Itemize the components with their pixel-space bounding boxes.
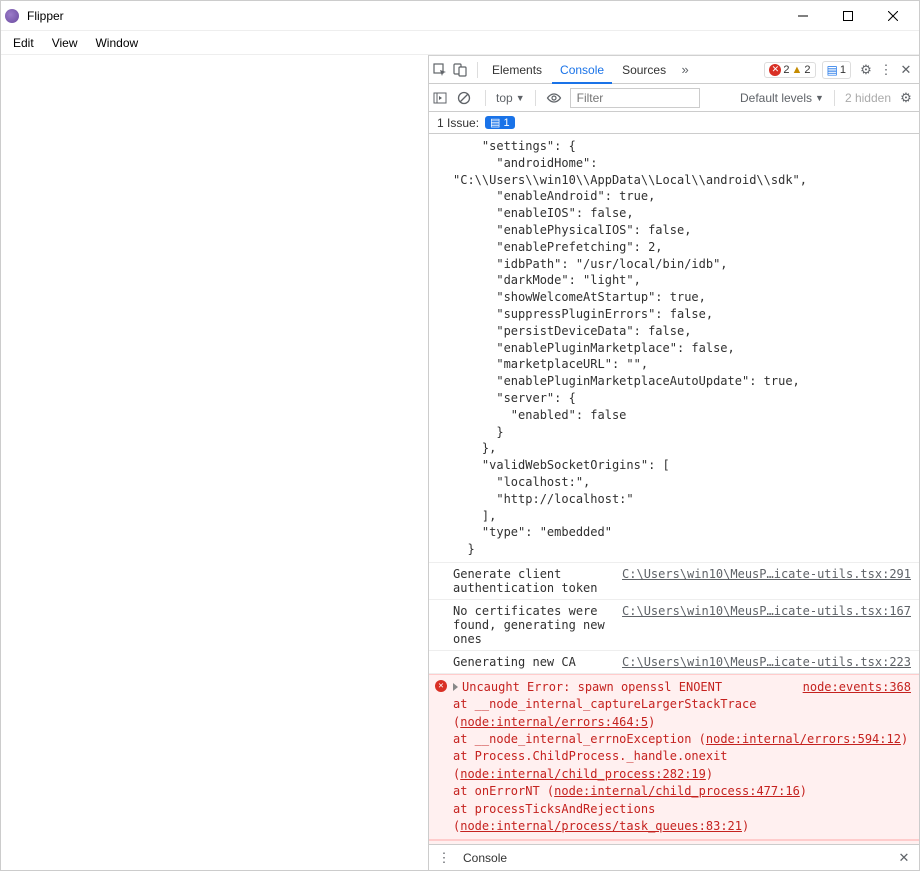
log-row: No certificates were found, generating n… [429,600,919,651]
log-source-link[interactable]: C:\Users\win10\MeusP…icate-utils.tsx:223 [622,655,911,669]
context-selector[interactable]: top ▼ [496,91,525,105]
log-row: Generate client authentication token C:\… [429,563,919,600]
settings-gear-icon[interactable]: ⚙ [857,62,875,78]
more-tabs-icon[interactable]: » [676,62,694,77]
error-row: ✕ node:events:368 Uncaught Error: spawn … [429,674,919,841]
chevron-down-icon: ▼ [516,93,525,103]
close-button[interactable] [870,1,915,31]
error-count: 2 [783,64,789,76]
console-settings-icon[interactable]: ⚙ [897,90,915,106]
issue-icon: ▤ [490,116,500,129]
minimize-button[interactable] [780,1,825,31]
log-row: Generating new CA C:\Users\win10\MeusP…i… [429,651,919,674]
error-warning-badge[interactable]: ✕ 2 ▲ 2 [764,62,815,78]
log-levels-selector[interactable]: Default levels ▼ [740,91,824,105]
messages-badge[interactable]: ▤ 1 [822,61,851,79]
warning-icon: ▲ [792,64,803,76]
menu-edit[interactable]: Edit [5,34,42,52]
devtools-drawer: ⋮ Console ✕ [429,844,919,870]
devtools-close-icon[interactable]: ✕ [897,62,915,78]
log-text: Generate client authentication token [453,567,606,595]
titlebar: Flipper [1,1,919,31]
chevron-down-icon: ▼ [815,93,824,103]
kebab-menu-icon[interactable]: ⋮ [877,62,895,78]
stack-link[interactable]: node:internal/errors:464:5 [460,715,648,729]
maximize-button[interactable] [825,1,870,31]
message-count: 1 [840,64,846,76]
stack-link[interactable]: node:internal/child_process:282:19 [460,767,706,781]
tab-console[interactable]: Console [552,57,612,84]
devtools-panel: Elements Console Sources » ✕ 2 ▲ 2 ▤ 1 ⚙… [429,55,919,870]
stack-link[interactable]: node:internal/child_process:477:16 [554,784,800,798]
window-controls [780,1,915,31]
log-source-link[interactable]: C:\Users\win10\MeusP…icate-utils.tsx:291 [622,567,911,595]
inspect-icon[interactable] [433,63,451,77]
filter-input[interactable] [570,88,700,108]
menubar: Edit View Window [1,31,919,55]
device-toggle-icon[interactable] [453,63,471,77]
main-content-empty [1,55,429,870]
log-text: Generating new CA [453,655,606,669]
console-toolbar: top ▼ Default levels ▼ 2 hidden ⚙ [429,84,919,112]
live-expression-icon[interactable] [546,92,564,104]
issues-bar[interactable]: 1 Issue: ▤ 1 [429,112,919,134]
issue-count-badge: ▤ 1 [485,116,515,129]
tab-sources[interactable]: Sources [614,57,674,83]
error-message: Uncaught Error: spawn openssl ENOENT [462,680,722,694]
drawer-menu-icon[interactable]: ⋮ [435,850,453,866]
console-output[interactable]: "settings": { "androidHome": "C:\\Users\… [429,134,919,844]
devtools-tabbar: Elements Console Sources » ✕ 2 ▲ 2 ▤ 1 ⚙… [429,56,919,84]
sidebar-toggle-icon[interactable] [433,91,451,105]
expand-triangle-icon[interactable] [453,683,458,691]
log-text: No certificates were found, generating n… [453,604,606,646]
menu-view[interactable]: View [44,34,86,52]
log-source-link[interactable]: C:\Users\win10\MeusP…icate-utils.tsx:167 [622,604,911,646]
message-icon: ▤ [827,63,838,77]
drawer-close-icon[interactable]: ✕ [895,850,913,866]
warning-count: 2 [804,64,810,76]
tab-elements[interactable]: Elements [484,57,550,83]
log-json-settings: "settings": { "androidHome": "C:\\Users\… [429,134,919,563]
error-source-link[interactable]: node:events:368 [803,679,911,696]
issues-label: 1 Issue: [437,116,479,130]
app-icon [5,9,19,23]
stack-link[interactable]: node:internal/errors:594:12 [706,732,901,746]
hidden-count: 2 hidden [845,91,891,105]
error-row: ✕ C:\Users\win10\MeusP…startServer.tsx:1… [429,840,919,844]
app-title: Flipper [27,9,780,23]
drawer-tab-console[interactable]: Console [463,851,507,865]
menu-window[interactable]: Window [87,34,146,52]
stack-link[interactable]: node:internal/process/task_queues:83:21 [460,819,742,833]
clear-console-icon[interactable] [457,91,475,105]
error-icon: ✕ [769,64,781,76]
error-icon: ✕ [435,680,447,692]
